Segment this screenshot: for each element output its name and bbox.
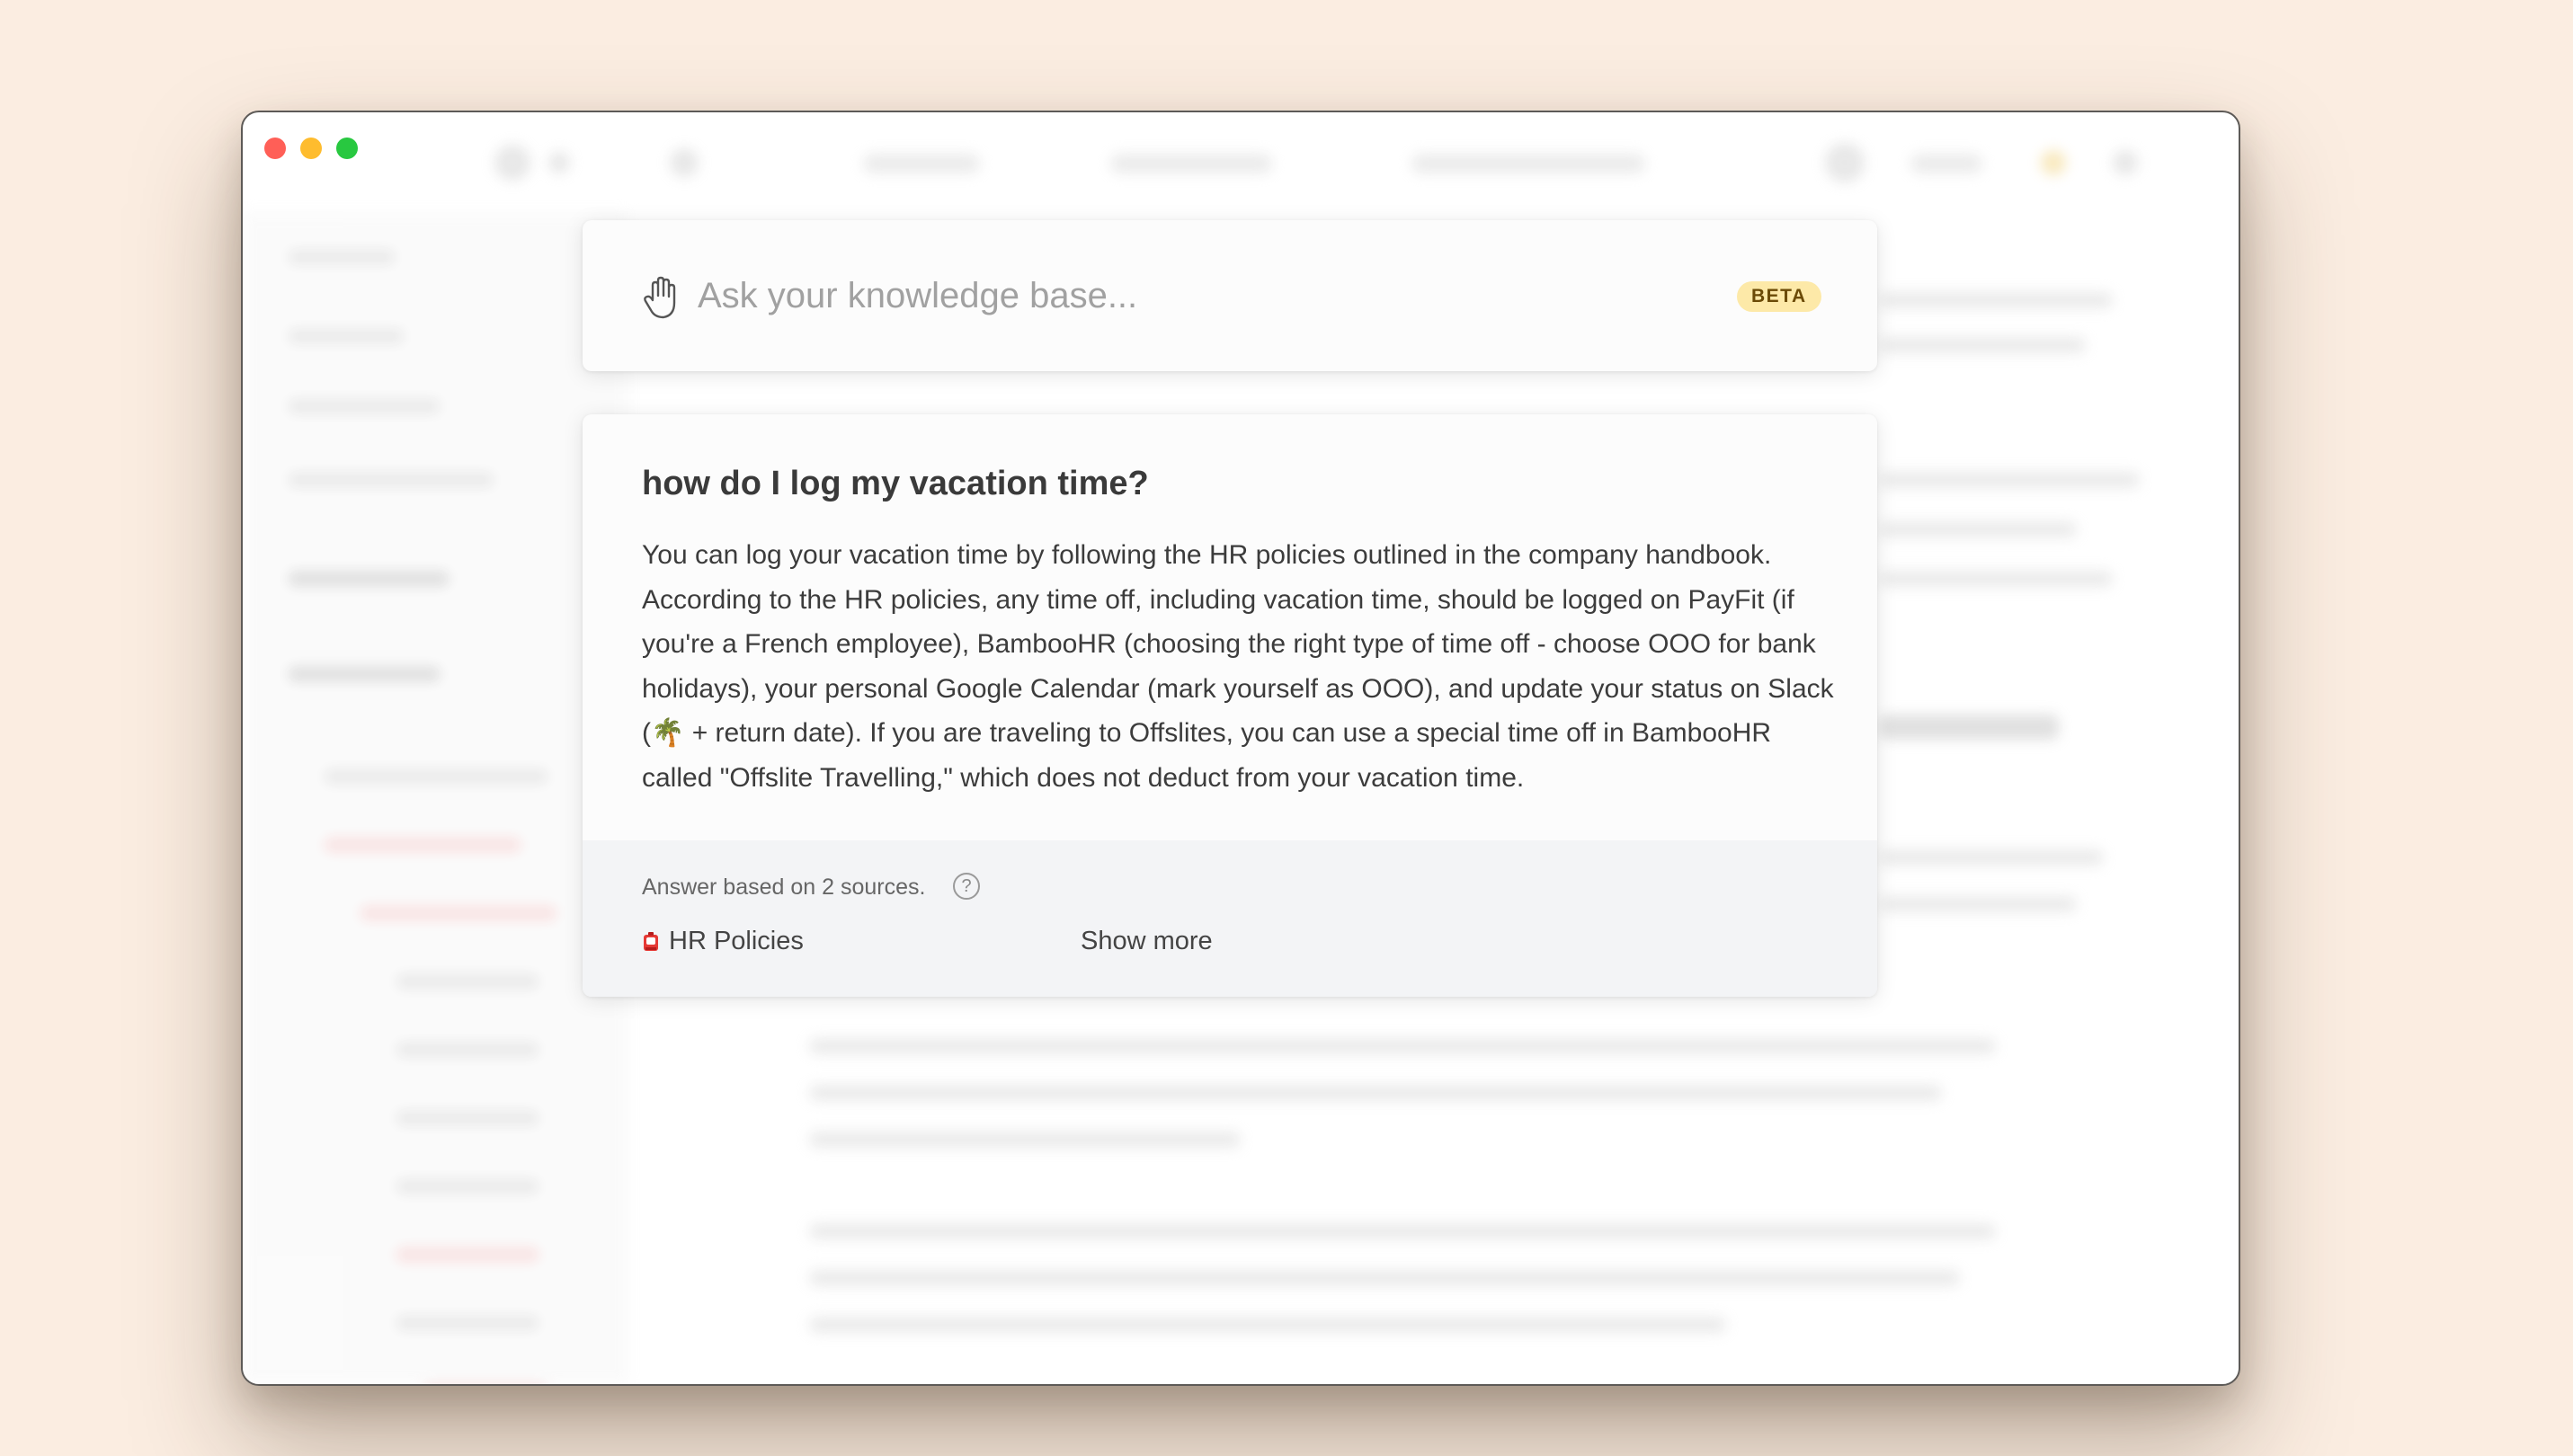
zoom-window-button[interactable] xyxy=(336,138,358,159)
answer-text: You can log your vacation time by follow… xyxy=(642,533,1838,800)
sources-section: Answer based on 2 sources. ? HR Policies… xyxy=(583,840,1877,997)
answer-panel: how do I log my vacation time? You can l… xyxy=(583,414,1877,997)
search-input[interactable] xyxy=(698,267,1597,324)
show-more-button[interactable]: Show more xyxy=(1081,927,1213,956)
beta-badge: BETA xyxy=(1737,281,1821,312)
minimize-window-button[interactable] xyxy=(300,138,322,159)
sources-count-label: Answer based on 2 sources. xyxy=(642,874,926,900)
app-window: BETA how do I log my vacation time? You … xyxy=(241,111,2240,1386)
question-title: how do I log my vacation time? xyxy=(642,465,1149,502)
answer-text-part-1: You can log your vacation time by follow… xyxy=(642,540,1834,748)
raised-hand-icon xyxy=(644,276,676,319)
help-icon[interactable]: ? xyxy=(953,873,980,900)
close-window-button[interactable] xyxy=(264,138,286,159)
alarm-icon xyxy=(644,931,658,951)
answer-text-part-2: + return date). If you are traveling to … xyxy=(642,718,1772,793)
source-link-hr-policies[interactable]: HR Policies xyxy=(642,927,804,956)
window-controls xyxy=(264,138,358,159)
palm-tree-icon: 🌴 xyxy=(651,717,685,749)
knowledge-search-bar: BETA xyxy=(583,220,1877,371)
source-label: HR Policies xyxy=(669,927,804,955)
